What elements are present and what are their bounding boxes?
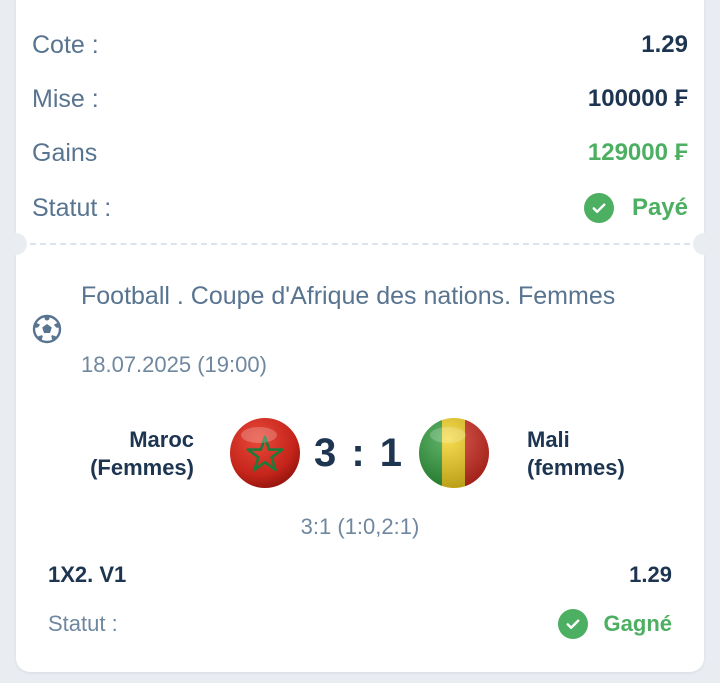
summary-row-mise: Mise : 100000 ₣ — [32, 79, 688, 119]
summary-row-cote: Cote : 1.29 — [32, 25, 688, 65]
mise-value: 100000 ₣ — [587, 85, 688, 112]
gains-value: 129000 ₣ — [587, 139, 688, 166]
summary-row-gains: Gains 129000 ₣ — [32, 133, 688, 173]
bet-status-label: Statut : — [48, 611, 118, 636]
mali-flag-icon — [419, 418, 489, 488]
morocco-flag-icon — [230, 418, 300, 488]
summary-row-statut: Statut : Payé — [32, 188, 688, 228]
event-date: 18.07.2025 (19:00) — [81, 352, 267, 377]
home-team-name: Maroc (Femmes) — [74, 426, 194, 482]
soccer-ball-icon — [32, 314, 62, 344]
bet-market: 1X2. V1 — [48, 562, 127, 587]
cote-value: 1.29 — [641, 31, 688, 58]
statut-label: Statut : — [32, 193, 112, 222]
bet-status-value: Gagné — [557, 609, 672, 639]
ticket-notch-left — [5, 233, 27, 255]
ticket-notch-right — [693, 233, 715, 255]
statut-paid-text: Payé — [631, 194, 688, 221]
away-team-label: Mali (femmes) — [527, 427, 625, 480]
mise-label: Mise : — [32, 84, 99, 113]
bet-odds: 1.29 — [629, 562, 672, 587]
cote-label: Cote : — [32, 30, 99, 59]
away-team-name: Mali (femmes) — [527, 426, 647, 482]
home-team-label: Maroc (Femmes) — [90, 427, 194, 480]
ticket-divider — [30, 243, 690, 245]
match-score: 3 : 1 — [313, 431, 405, 475]
gains-label: Gains — [32, 138, 98, 167]
bet-selection-row: 1X2. V1 1.29 — [48, 562, 672, 588]
statut-value: Payé — [583, 193, 688, 223]
event-title: Football . Coupe d'Afrique des nations. … — [81, 282, 616, 310]
check-circle-icon — [557, 609, 588, 639]
bet-status-row: Statut : Gagné — [48, 606, 672, 642]
detail-score: 3:1 (1:0,2:1) — [300, 514, 420, 539]
bet-status-text: Gagné — [603, 611, 672, 636]
check-circle-icon — [583, 193, 614, 223]
